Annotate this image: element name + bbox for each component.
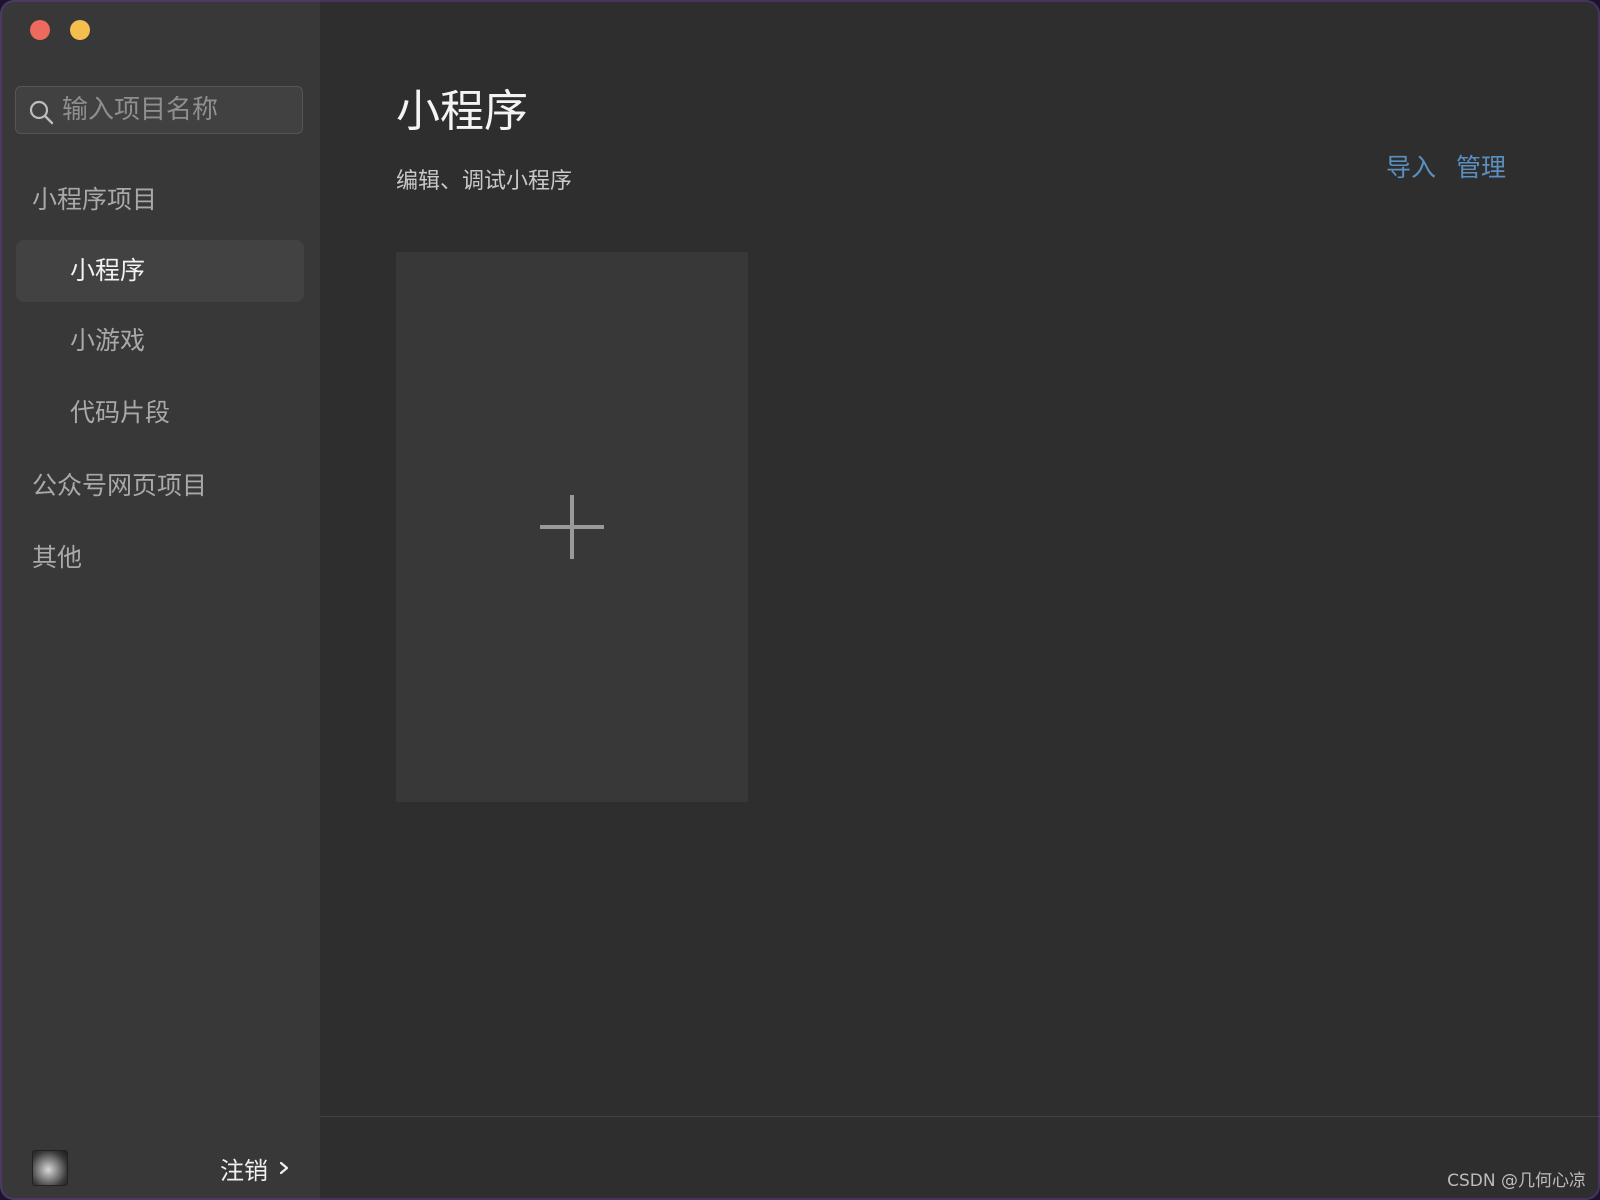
sidebar-item-other[interactable]: 其他 [32,542,82,574]
new-project-card[interactable] [396,252,748,802]
sidebar-item-code-snippets[interactable]: 代码片段 [16,382,304,444]
search-input[interactable] [62,93,292,127]
sidebar-item-miniprogram[interactable]: 小程序 [16,240,304,302]
sidebar-item-official-account-web[interactable]: 公众号网页项目 [32,470,207,502]
bottom-bar [320,1116,1600,1200]
sidebar: 小程序项目 小程序 小游戏 代码片段 公众号网页项目 其他 注销 [0,0,320,1200]
main-panel: 小程序 编辑、调试小程序 导入 管理 [320,0,1600,1200]
logout-button[interactable]: 注销 [220,1148,290,1188]
logout-label: 注销 [220,1156,268,1185]
close-window-button[interactable] [30,20,50,40]
header-actions: 导入 管理 [1386,150,1506,186]
watermark: CSDN @几何心凉 [1447,1171,1586,1191]
nav-section-miniprogram-projects: 小程序项目 [32,185,158,214]
sidebar-footer: 注销 [0,1110,320,1200]
page-title: 小程序 [396,86,528,137]
sidebar-item-minigame[interactable]: 小游戏 [16,310,304,372]
chevron-right-icon [279,1161,289,1175]
minimize-window-button[interactable] [70,20,90,40]
import-link[interactable]: 导入 [1386,150,1436,186]
search-box[interactable] [15,86,303,134]
manage-link[interactable]: 管理 [1456,150,1506,186]
app-window: 小程序项目 小程序 小游戏 代码片段 公众号网页项目 其他 注销 小程序 编辑、… [0,0,1600,1200]
page-subtitle: 编辑、调试小程序 [396,169,573,194]
search-icon [29,100,54,125]
avatar[interactable] [32,1150,68,1186]
plus-icon [540,495,604,559]
